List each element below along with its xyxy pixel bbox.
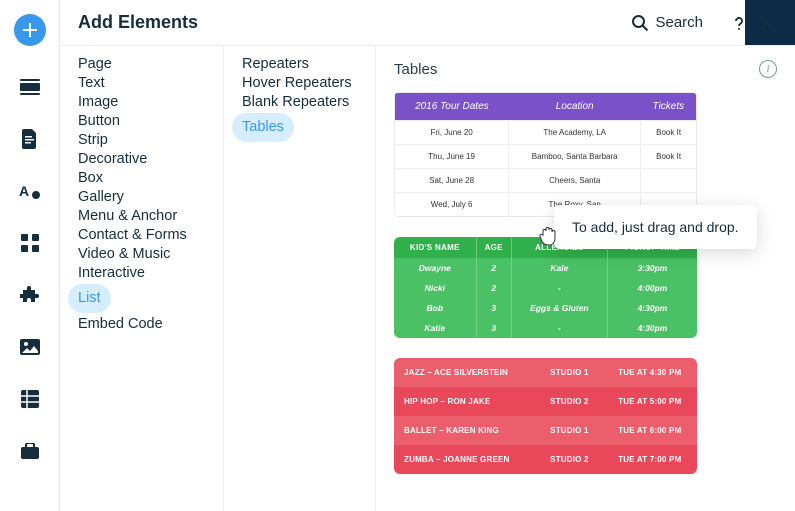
subcategory-list: RepeatersHover RepeatersBlank RepeatersT… bbox=[224, 46, 376, 511]
left-rail: A bbox=[0, 0, 60, 511]
table-preview-red[interactable]: JAZZ – ACE SILVERSTEINSTUDIO 1TUE AT 4:3… bbox=[394, 358, 697, 474]
table-row: Thu, June 19Bamboo, Santa BarbaraBook It bbox=[395, 145, 697, 169]
search-icon bbox=[631, 14, 649, 32]
category-embed-code[interactable]: Embed Code bbox=[68, 309, 173, 339]
category-list: PageTextImageButtonStripDecorativeBoxGal… bbox=[60, 46, 224, 511]
col-header: Tickets bbox=[641, 93, 697, 121]
apps-icon[interactable] bbox=[19, 232, 41, 254]
table-row: Sat, June 28Cheers, Santa bbox=[395, 169, 697, 193]
col-header: AGE bbox=[476, 237, 511, 258]
table-row: Nicki2-4:00pm bbox=[394, 278, 697, 298]
search-button[interactable]: Search bbox=[631, 14, 703, 32]
panel-title: Add Elements bbox=[78, 12, 631, 33]
media-icon[interactable] bbox=[19, 336, 41, 358]
table-row: BALLET – KAREN KINGSTUDIO 1TUE AT 6:00 P… bbox=[394, 416, 697, 445]
table-row: ZUMBA – JOANNE GREENSTUDIO 2TUE AT 7:00 … bbox=[394, 445, 697, 474]
col-header: 2016 Tour Dates bbox=[395, 93, 509, 121]
search-label: Search bbox=[655, 14, 703, 31]
table-row: Bob3Eggs & Gluten4:30pm bbox=[394, 298, 697, 318]
table-row: Dwayne2Kale3:30pm bbox=[394, 258, 697, 278]
panel-header: Add Elements Search bbox=[60, 0, 795, 46]
grab-cursor-icon bbox=[539, 225, 559, 252]
table-preview-purple[interactable]: 2016 Tour DatesLocationTicketsFri, June … bbox=[394, 92, 697, 217]
addons-icon[interactable] bbox=[19, 284, 41, 306]
table-row: HIP HOP – RON JAKESTUDIO 2TUE AT 5:00 PM bbox=[394, 387, 697, 416]
page-icon[interactable] bbox=[19, 128, 41, 150]
theme-icon[interactable]: A bbox=[19, 180, 41, 202]
tooltip-text: To add, just drag and drop. bbox=[572, 219, 739, 235]
close-button[interactable] bbox=[757, 16, 777, 30]
add-button[interactable] bbox=[14, 14, 46, 46]
section-title: Tables bbox=[394, 61, 759, 78]
col-header: Location bbox=[509, 93, 641, 121]
col-header: KID'S NAME bbox=[394, 237, 476, 258]
help-icon bbox=[731, 15, 747, 31]
svg-text:A: A bbox=[19, 183, 29, 199]
preview-column: Tables i 2016 Tour DatesLocationTicketsF… bbox=[376, 46, 795, 511]
table-preview-green[interactable]: KID'S NAMEAGEALLERGIESPICKUP TIMEDwayne2… bbox=[394, 237, 697, 338]
business-icon[interactable] bbox=[19, 440, 41, 462]
data-icon[interactable] bbox=[19, 388, 41, 410]
table-row: JAZZ – ACE SILVERSTEINSTUDIO 1TUE AT 4:3… bbox=[394, 358, 697, 387]
table-row: Fri, June 20The Academy, LABook It bbox=[395, 121, 697, 145]
table-row: Katie3-4:30pm bbox=[394, 318, 697, 338]
close-icon bbox=[760, 16, 774, 30]
section-icon[interactable] bbox=[19, 76, 41, 98]
add-elements-panel: Add Elements Search PageTextImageButtonS… bbox=[60, 0, 795, 511]
info-icon[interactable]: i bbox=[759, 60, 777, 78]
subcategory-tables[interactable]: Tables bbox=[232, 113, 294, 142]
help-button[interactable] bbox=[729, 15, 749, 31]
drag-drop-tooltip: To add, just drag and drop. bbox=[554, 205, 757, 249]
